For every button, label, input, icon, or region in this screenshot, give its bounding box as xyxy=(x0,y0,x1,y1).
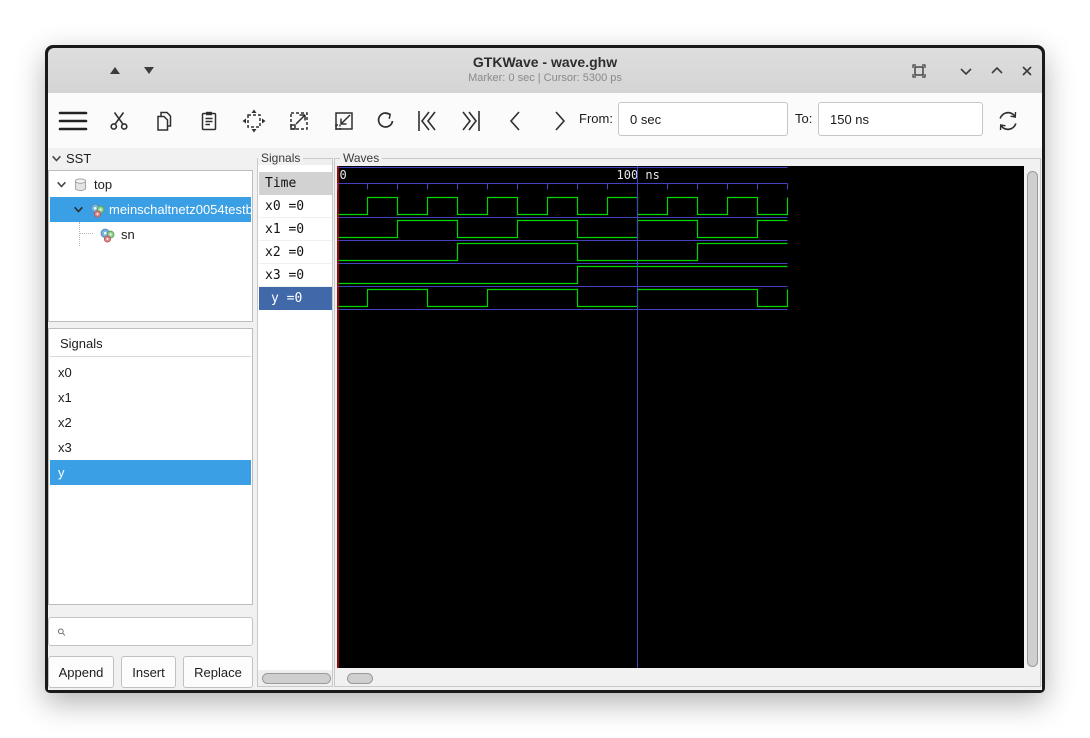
signals-frame-label: Signals xyxy=(258,151,304,165)
screen: GTKWave - wave.ghw Marker: 0 sec | Curso… xyxy=(0,0,1090,738)
list-item-x3[interactable]: x3 xyxy=(50,435,251,460)
fullscreen-button[interactable] xyxy=(906,58,932,84)
waveform-x1 xyxy=(337,219,788,239)
signal-value-row-x0[interactable]: x0 =0 xyxy=(259,195,332,218)
copy-icon xyxy=(157,111,172,131)
menu-button[interactable] xyxy=(55,103,91,139)
reload-icon xyxy=(999,111,1017,131)
expander-chevron-icon[interactable] xyxy=(56,179,67,190)
gears-icon xyxy=(88,201,106,219)
list-item-x2[interactable]: x2 xyxy=(50,410,251,435)
sst-expander[interactable]: SST xyxy=(51,149,91,167)
wave-canvas[interactable]: 0 100 ns xyxy=(337,166,1024,668)
chevron-up-icon xyxy=(991,66,1003,74)
skip-to-start-icon xyxy=(418,111,436,131)
time-column-header: Time xyxy=(259,172,332,195)
gears-icon xyxy=(98,226,116,244)
list-item-x1[interactable]: x1 xyxy=(50,385,251,410)
chevron-down-icon xyxy=(960,68,972,76)
zoom-fit-button[interactable] xyxy=(236,103,272,139)
module-cylinder-icon xyxy=(72,176,89,193)
menu-icon xyxy=(58,111,88,131)
search-input[interactable] xyxy=(72,619,252,644)
chevron-right-icon xyxy=(555,111,566,131)
tree-item-sn[interactable]: sn xyxy=(50,222,251,247)
marker-cursor-status: Marker: 0 sec | Cursor: 5300 ps xyxy=(468,72,622,84)
minimize-button[interactable] xyxy=(953,58,979,84)
signal-value-row-y-selected[interactable]: y =0 xyxy=(259,287,332,310)
maximize-button[interactable] xyxy=(984,58,1010,84)
waveform-x3 xyxy=(337,265,788,285)
chevron-left-icon xyxy=(509,111,520,131)
zoom-in-icon xyxy=(290,112,308,130)
waves-frame-label: Waves xyxy=(340,151,383,165)
clipboard-icon xyxy=(201,111,217,131)
waveform-x0 xyxy=(337,196,789,216)
prev-edge-button[interactable] xyxy=(498,103,534,139)
waves-hscrollbar-thumb[interactable] xyxy=(347,673,373,684)
zoom-fit-icon xyxy=(242,109,266,133)
zoom-out-button[interactable] xyxy=(326,103,362,139)
signal-value-row-x1[interactable]: x1 =0 xyxy=(259,218,332,241)
to-label: To: xyxy=(795,111,813,126)
close-button[interactable] xyxy=(1014,58,1040,84)
signal-value-row-x3[interactable]: x3 =0 xyxy=(259,264,332,287)
signal-list-header: Signals xyxy=(50,330,251,357)
undo-button[interactable] xyxy=(368,103,404,139)
reload-button[interactable] xyxy=(990,103,1026,139)
next-edge-button[interactable] xyxy=(541,103,577,139)
tree-item-module-selected[interactable]: meinschaltnetz0054testb xyxy=(50,197,251,222)
search-icon xyxy=(58,628,66,636)
waves-vscrollbar-thumb[interactable] xyxy=(1027,171,1038,667)
paste-button[interactable] xyxy=(191,103,227,139)
to-start-button[interactable] xyxy=(409,103,445,139)
svg-text:100 ns: 100 ns xyxy=(617,168,660,182)
to-end-button[interactable] xyxy=(453,103,489,139)
copy-button[interactable] xyxy=(146,103,182,139)
signals-hscrollbar-thumb[interactable] xyxy=(262,673,331,684)
titlebar[interactable]: GTKWave - wave.ghw Marker: 0 sec | Curso… xyxy=(48,48,1042,94)
window-title: GTKWave - wave.ghw xyxy=(472,54,618,70)
signal-facility-list: Signals x0 x1 x2 x3 y xyxy=(48,328,253,605)
signal-value-row-x2[interactable]: x2 =0 xyxy=(259,241,332,264)
toolbar: From: To: xyxy=(48,93,1042,148)
insert-button[interactable]: Insert xyxy=(121,656,176,688)
expander-chevron-icon xyxy=(52,155,61,162)
waveform-x2 xyxy=(337,242,788,262)
skip-to-end-icon xyxy=(462,111,480,131)
sst-label: SST xyxy=(66,150,92,166)
sst-tree: top meinschaltnetz0054testb sn xyxy=(48,170,253,322)
scissors-icon xyxy=(110,112,128,130)
close-icon xyxy=(1022,66,1032,76)
undo-icon xyxy=(377,112,394,128)
from-input[interactable] xyxy=(618,102,788,136)
list-item-y-selected[interactable]: y xyxy=(50,460,251,485)
svg-text:0: 0 xyxy=(340,168,347,182)
tree-item-label: meinschaltnetz0054testb xyxy=(109,202,251,217)
replace-button[interactable]: Replace xyxy=(183,656,253,688)
tree-item-label: sn xyxy=(121,227,135,242)
tree-item-label: top xyxy=(94,177,113,192)
list-item-x0[interactable]: x0 xyxy=(50,360,251,385)
tree-item-top[interactable]: top xyxy=(50,172,251,197)
fullscreen-icon xyxy=(912,64,926,78)
signal-search[interactable] xyxy=(48,617,253,646)
zoom-in-button[interactable] xyxy=(281,103,317,139)
expander-chevron-icon[interactable] xyxy=(73,204,84,215)
to-input[interactable] xyxy=(818,102,983,136)
cut-button[interactable] xyxy=(101,103,137,139)
append-button[interactable]: Append xyxy=(48,656,114,688)
from-label: From: xyxy=(579,111,613,126)
waveform-y xyxy=(337,288,789,308)
zoom-out-icon xyxy=(335,112,353,130)
